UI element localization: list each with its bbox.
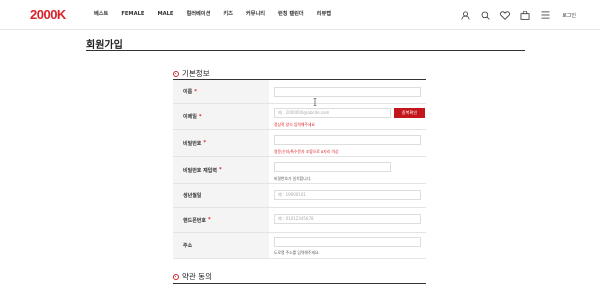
password-confirm-label: 비밀번호 재입력 * xyxy=(173,157,269,183)
nav-item-male[interactable]: MALE xyxy=(157,11,173,18)
section-bullet-icon xyxy=(173,70,179,77)
page-title: 회원가입 xyxy=(86,40,123,51)
section-divider xyxy=(173,283,426,284)
password-input[interactable] xyxy=(274,135,421,145)
title-divider xyxy=(86,50,525,51)
password-confirm-hint: 비밀번호가 일치합니다. xyxy=(274,176,312,181)
nav-item-launch-calendar[interactable]: 런칭 캘린더 xyxy=(278,11,304,18)
name-input[interactable] xyxy=(274,87,421,97)
heart-icon[interactable] xyxy=(498,8,512,22)
email-label: 이메일 * xyxy=(173,104,269,129)
signup-form: 이름 * 이메일 * 예 : 2000000@abcde.com 중복확인 정상적 … xyxy=(173,80,426,259)
password-confirm-input[interactable] xyxy=(274,162,391,172)
address-hint: 도로명 주소를 입력해주세요. xyxy=(274,250,320,255)
nav-item-collaboration[interactable]: 컬러베이션 xyxy=(186,11,210,18)
nav-item-best[interactable]: 베스트 xyxy=(94,11,108,18)
phone-label: 핸드폰번호 * xyxy=(173,208,269,232)
email-hint: 정상적 양식 입력해주세요 xyxy=(274,122,315,127)
form-row-address: 주소 도로명 주소를 입력해주세요. xyxy=(173,233,426,259)
password-hint: 영문/숫자/특수문자 조합으로 8자리 이상 xyxy=(274,149,339,154)
section-title: 약관 동의 xyxy=(182,272,212,281)
section-title: 기본정보 xyxy=(182,69,210,78)
form-row-phone: 핸드폰번호 * 예 : 01012345678 xyxy=(173,208,426,233)
password-label: 비밀번호 * xyxy=(173,130,269,156)
header-icons: 로그인 xyxy=(452,8,576,22)
form-row-birth: 생년월일 예 : 19900101 xyxy=(173,184,426,208)
form-row-password: 비밀번호 * 영문/숫자/특수문자 조합으로 8자리 이상 xyxy=(173,130,426,157)
nav-item-review-lab[interactable]: 리뷰랩 xyxy=(317,11,331,18)
site-header: 2000K 베스트 FEMALE MALE 컬러베이션 키즈 커뮤니티 런칭 캘… xyxy=(0,0,600,30)
cart-icon[interactable] xyxy=(518,8,532,22)
menu-icon[interactable] xyxy=(538,8,552,22)
nav-item-community[interactable]: 커뮤니티 xyxy=(246,11,265,18)
form-row-name: 이름 * xyxy=(173,80,426,104)
phone-input[interactable]: 예 : 01012345678 xyxy=(274,214,421,224)
address-input[interactable] xyxy=(274,237,421,247)
user-icon[interactable] xyxy=(458,8,472,22)
name-label: 이름 * xyxy=(173,80,269,103)
section-terms: 약관 동의 xyxy=(173,271,212,282)
search-icon[interactable] xyxy=(478,8,492,22)
site-logo[interactable]: 2000K xyxy=(30,8,66,21)
address-label: 주소 xyxy=(173,233,269,258)
section-bullet-icon xyxy=(173,273,179,280)
main-nav: 베스트 FEMALE MALE 컬러베이션 키즈 커뮤니티 런칭 캘린더 리뷰랩 xyxy=(94,11,344,18)
form-row-email: 이메일 * 예 : 2000000@abcde.com 중복확인 정상적 양식 입… xyxy=(173,104,426,130)
section-basic-info: 기본정보 xyxy=(173,68,210,79)
form-row-password-confirm: 비밀번호 재입력 * 비밀번호가 일치합니다. xyxy=(173,157,426,184)
login-link[interactable]: 로그인 xyxy=(562,12,576,19)
nav-item-female[interactable]: FEMALE xyxy=(121,11,144,18)
email-duplicate-check-button[interactable]: 중복확인 xyxy=(394,108,425,118)
nav-item-kids[interactable]: 키즈 xyxy=(223,11,233,18)
birth-input[interactable]: 예 : 19900101 xyxy=(274,190,421,200)
text-cursor-icon xyxy=(313,91,317,106)
birth-label: 생년월일 xyxy=(173,184,269,207)
email-input[interactable]: 예 : 2000000@abcde.com xyxy=(274,108,391,118)
